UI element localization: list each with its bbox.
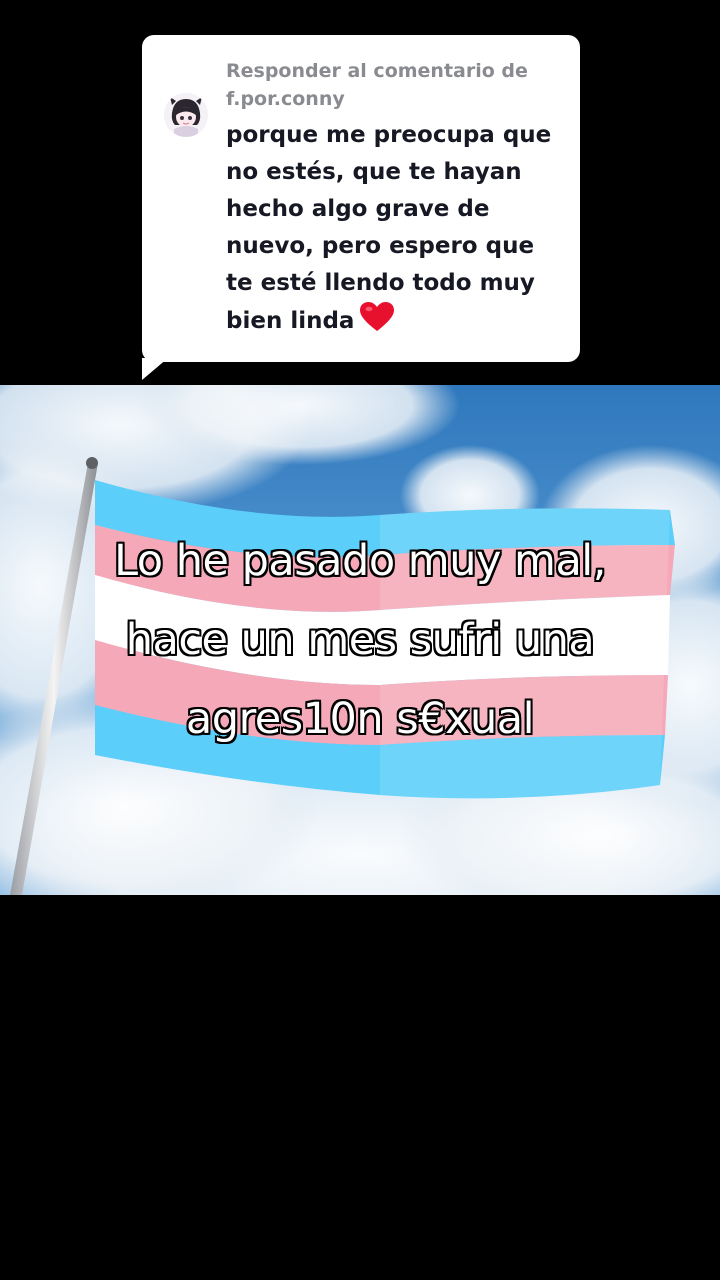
comment-line: te esté llendo todo muy [226,270,535,296]
comment-line: nuevo, pero espero que [226,233,535,259]
reply-header-label: Responder al comentario de [226,60,528,82]
caption-line: hace un mes sufri una [125,615,595,665]
reply-comment-text: porque me preocupa que no estés, que te … [226,117,571,344]
commenter-avatar [164,93,208,137]
comment-line-text: bien linda [226,308,355,334]
comment-line-last: bien linda [226,302,571,344]
commenter-username[interactable]: f.por.conny [226,85,566,113]
comment-line: no estés, que te hayan [226,159,522,185]
heart-icon [360,302,395,344]
comment-line: hecho algo grave de [226,196,490,222]
caption-line: Lo he pasado muy mal, [114,536,606,586]
video-screen[interactable]: Responder al comentario de f.por.conny p… [0,0,720,1280]
comment-line: porque me preocupa que [226,122,552,148]
reply-header: Responder al comentario de f.por.conny [226,57,566,113]
reply-comment-sticker: Responder al comentario de f.por.conny p… [142,35,580,362]
video-caption: Lo he pasado muy mal, hace un mes sufri … [0,522,720,759]
caption-line: agres10n s€xual [185,694,535,744]
reply-bubble-tail [142,358,168,380]
